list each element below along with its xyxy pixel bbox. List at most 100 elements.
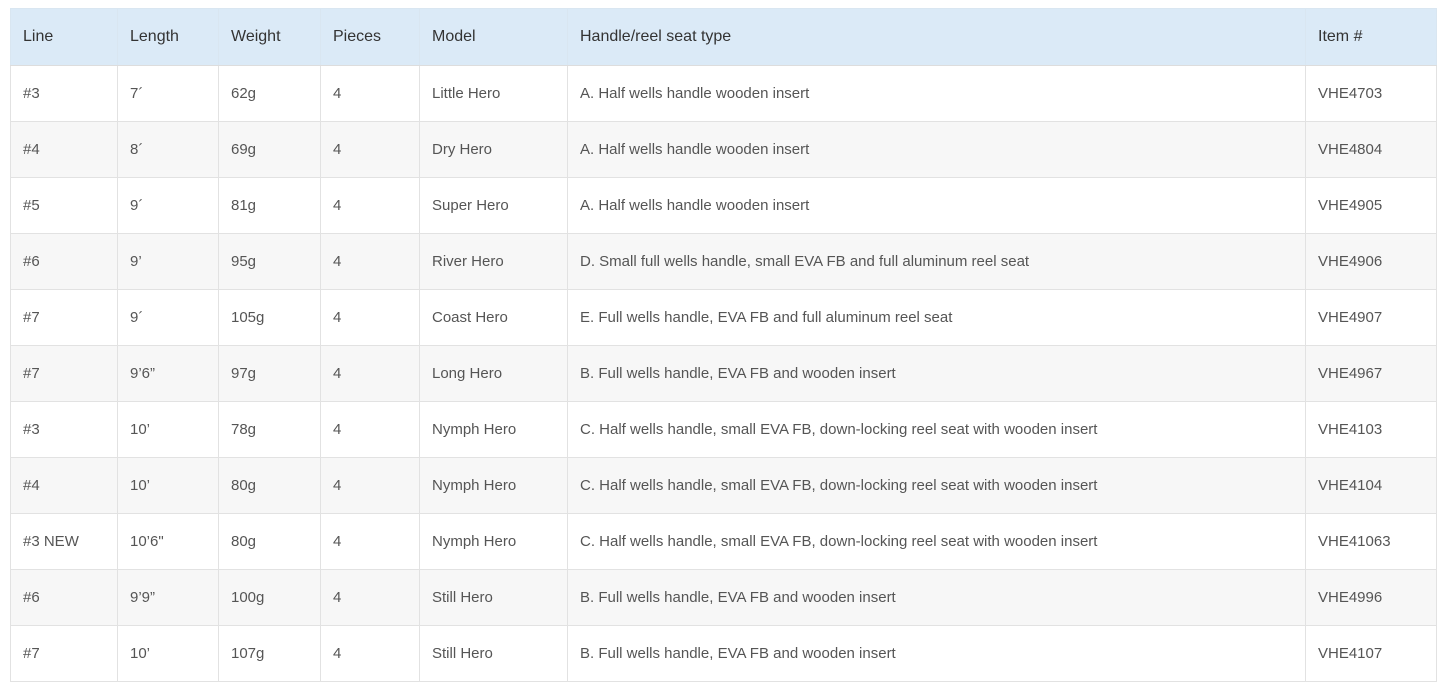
cell-handle-reel-seat-type: A. Half wells handle wooden insert: [567, 65, 1306, 122]
cell-length: 7´: [117, 65, 219, 122]
cell-handle-reel-seat-type: B. Full wells handle, EVA FB and wooden …: [567, 569, 1306, 626]
cell-length: 9’6”: [117, 345, 219, 402]
cell-weight: 69g: [218, 121, 321, 178]
cell-weight: 78g: [218, 401, 321, 458]
cell-weight: 62g: [218, 65, 321, 122]
cell-model: Nymph Hero: [419, 513, 568, 570]
header-handle-reel-seat-type: Handle/reel seat type: [567, 8, 1306, 66]
cell-handle-reel-seat-type: D. Small full wells handle, small EVA FB…: [567, 233, 1306, 290]
table-header: Line Length Weight Pieces Model Handle/r…: [10, 8, 1437, 66]
rod-spec-table: Line Length Weight Pieces Model Handle/r…: [10, 8, 1437, 682]
cell-handle-reel-seat-type: B. Full wells handle, EVA FB and wooden …: [567, 345, 1306, 402]
cell-line: #4: [10, 457, 118, 514]
table-row: #4 10’ 80g 4 Nymph Hero C. Half wells handle,…: [10, 457, 1437, 514]
header-weight: Weight: [218, 8, 321, 66]
cell-model: Nymph Hero: [419, 457, 568, 514]
cell-handle-reel-seat-type: A. Half wells handle wooden insert: [567, 177, 1306, 234]
table-row: #3 7´ 62g 4 Little Hero A. Half wells handle …: [10, 65, 1437, 122]
table-row: #4 8´ 69g 4 Dry Hero A. Half wells handle woo…: [10, 121, 1437, 178]
cell-pieces: 4: [320, 513, 420, 570]
cell-length: 10’: [117, 625, 219, 682]
cell-length: 8´: [117, 121, 219, 178]
table-row: #3 NEW 10’6" 80g 4 Nymph Hero C. Half wells h…: [10, 513, 1437, 570]
cell-length: 9’9”: [117, 569, 219, 626]
cell-line: #6: [10, 569, 118, 626]
cell-pieces: 4: [320, 345, 420, 402]
cell-item-number: VHE4907: [1305, 289, 1437, 346]
cell-weight: 97g: [218, 345, 321, 402]
cell-line: #3: [10, 65, 118, 122]
cell-item-number: VHE4703: [1305, 65, 1437, 122]
cell-handle-reel-seat-type: E. Full wells handle, EVA FB and full al…: [567, 289, 1306, 346]
cell-pieces: 4: [320, 65, 420, 122]
cell-handle-reel-seat-type: C. Half wells handle, small EVA FB, down…: [567, 401, 1306, 458]
cell-item-number: VHE4104: [1305, 457, 1437, 514]
spec-table-container: Line Length Weight Pieces Model Handle/r…: [10, 8, 1437, 682]
table-row: #5 9´ 81g 4 Super Hero A. Half wells handle w…: [10, 177, 1437, 234]
cell-length: 10’: [117, 401, 219, 458]
cell-model: Still Hero: [419, 569, 568, 626]
cell-weight: 80g: [218, 513, 321, 570]
cell-weight: 105g: [218, 289, 321, 346]
cell-model: Coast Hero: [419, 289, 568, 346]
cell-line: #4: [10, 121, 118, 178]
cell-line: #6: [10, 233, 118, 290]
table-body: #3 7´ 62g 4 Little Hero A. Half wells handle …: [10, 65, 1437, 682]
cell-item-number: VHE4906: [1305, 233, 1437, 290]
cell-pieces: 4: [320, 289, 420, 346]
cell-length: 9’: [117, 233, 219, 290]
table-row: #6 9’9” 100g 4 Still Hero B. Full wells handl…: [10, 569, 1437, 626]
cell-item-number: VHE4905: [1305, 177, 1437, 234]
cell-line: #7: [10, 345, 118, 402]
table-row: #7 9´ 105g 4 Coast Hero E. Full wells handle,…: [10, 289, 1437, 346]
cell-pieces: 4: [320, 233, 420, 290]
table-row: #7 10’ 107g 4 Still Hero B. Full wells handle…: [10, 625, 1437, 682]
cell-weight: 107g: [218, 625, 321, 682]
table-row: #7 9’6” 97g 4 Long Hero B. Full wells handle,…: [10, 345, 1437, 402]
cell-item-number: VHE4996: [1305, 569, 1437, 626]
header-row: Line Length Weight Pieces Model Handle/r…: [10, 8, 1437, 66]
cell-pieces: 4: [320, 121, 420, 178]
cell-weight: 81g: [218, 177, 321, 234]
cell-handle-reel-seat-type: C. Half wells handle, small EVA FB, down…: [567, 513, 1306, 570]
cell-item-number: VHE4804: [1305, 121, 1437, 178]
cell-item-number: VHE4967: [1305, 345, 1437, 402]
cell-line: #3 NEW: [10, 513, 118, 570]
cell-pieces: 4: [320, 401, 420, 458]
header-length: Length: [117, 8, 219, 66]
cell-item-number: VHE4103: [1305, 401, 1437, 458]
header-model: Model: [419, 8, 568, 66]
cell-line: #3: [10, 401, 118, 458]
cell-model: River Hero: [419, 233, 568, 290]
cell-model: Still Hero: [419, 625, 568, 682]
cell-weight: 95g: [218, 233, 321, 290]
cell-model: Little Hero: [419, 65, 568, 122]
cell-pieces: 4: [320, 457, 420, 514]
header-line: Line: [10, 8, 118, 66]
cell-line: #5: [10, 177, 118, 234]
cell-length: 9´: [117, 289, 219, 346]
cell-item-number: VHE41063: [1305, 513, 1437, 570]
cell-pieces: 4: [320, 177, 420, 234]
cell-length: 9´: [117, 177, 219, 234]
header-pieces: Pieces: [320, 8, 420, 66]
cell-model: Super Hero: [419, 177, 568, 234]
cell-weight: 80g: [218, 457, 321, 514]
cell-handle-reel-seat-type: A. Half wells handle wooden insert: [567, 121, 1306, 178]
table-row: #3 10’ 78g 4 Nymph Hero C. Half wells handle,…: [10, 401, 1437, 458]
header-item-number: Item #: [1305, 8, 1437, 66]
cell-pieces: 4: [320, 569, 420, 626]
cell-length: 10’: [117, 457, 219, 514]
cell-weight: 100g: [218, 569, 321, 626]
cell-line: #7: [10, 289, 118, 346]
table-row: #6 9’ 95g 4 River Hero D. Small full wells ha…: [10, 233, 1437, 290]
cell-model: Nymph Hero: [419, 401, 568, 458]
cell-handle-reel-seat-type: B. Full wells handle, EVA FB and wooden …: [567, 625, 1306, 682]
cell-pieces: 4: [320, 625, 420, 682]
cell-handle-reel-seat-type: C. Half wells handle, small EVA FB, down…: [567, 457, 1306, 514]
cell-length: 10’6": [117, 513, 219, 570]
cell-model: Dry Hero: [419, 121, 568, 178]
cell-line: #7: [10, 625, 118, 682]
cell-model: Long Hero: [419, 345, 568, 402]
cell-item-number: VHE4107: [1305, 625, 1437, 682]
